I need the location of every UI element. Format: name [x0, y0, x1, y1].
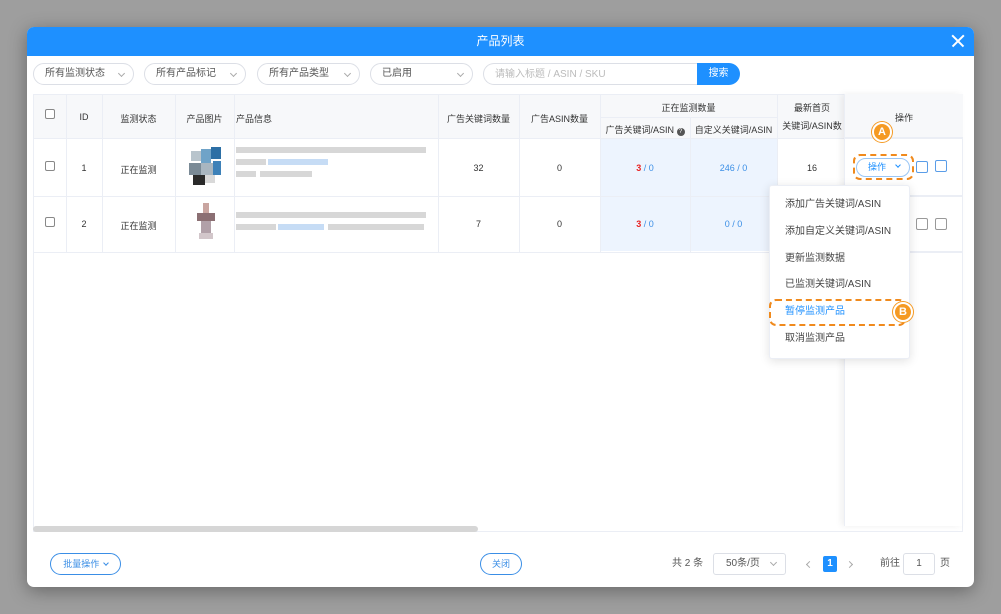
- chevron-down-icon: [102, 560, 109, 566]
- monitor-status-select[interactable]: 所有监测状态: [33, 63, 134, 85]
- prev-page-icon[interactable]: [805, 560, 814, 569]
- menu-item-add-custom-keyword[interactable]: 添加自定义关键词/ASIN: [770, 219, 909, 245]
- badge-b: B: [893, 302, 913, 322]
- dialog-title: 产品列表: [476, 34, 525, 48]
- product-info-blurred: [236, 212, 426, 218]
- total-count: 共 2 条: [672, 558, 704, 569]
- enabled-value: 已启用: [382, 68, 412, 79]
- row-monitoring-ad[interactable]: 3 / 0: [600, 219, 690, 229]
- row-id: 1: [81, 163, 87, 173]
- row-status: 正在监测: [120, 221, 157, 231]
- header-id: ID: [79, 112, 89, 122]
- product-info-blurred: [236, 147, 426, 153]
- close-icon[interactable]: [948, 31, 968, 51]
- row-ad-kw: 7: [475, 219, 481, 229]
- menu-item-monitored-keywords[interactable]: 已监测关键词/ASIN: [770, 272, 909, 298]
- row-monitoring-custom[interactable]: 0 / 0: [690, 219, 777, 229]
- header-ad-asin-count: 广告ASIN数量: [530, 114, 588, 124]
- menu-item-add-ad-keyword[interactable]: 添加广告关键词/ASIN: [770, 192, 909, 218]
- row-ad-asin: 0: [556, 163, 562, 173]
- search-group: 搜索: [483, 63, 740, 85]
- action-dropdown-menu: 添加广告关键词/ASIN 添加自定义关键词/ASIN 更新监测数据 已监测关键词…: [769, 185, 910, 359]
- highlight-a: [853, 154, 914, 180]
- row-checkbox[interactable]: [45, 217, 55, 227]
- help-icon: ?: [676, 128, 685, 136]
- footer-bar: 批量操作 关闭 共 2 条 50条/页 1 前往 1 页: [27, 553, 974, 577]
- dialog-titlebar: 产品列表: [27, 27, 974, 56]
- chevron-down-icon: [343, 69, 352, 78]
- row-ad-asin: 0: [556, 219, 562, 229]
- menu-item-update-data[interactable]: 更新监测数据: [770, 246, 909, 272]
- row-ad-kw: 32: [473, 163, 484, 173]
- monitor-status-value: 所有监测状态: [45, 68, 105, 79]
- goto-label: 前往: [880, 558, 900, 569]
- batch-operation-button[interactable]: 批量操作: [50, 553, 121, 575]
- header-info: 产品信息: [236, 114, 273, 124]
- product-tag-value: 所有产品标记: [156, 68, 216, 79]
- chart-icon[interactable]: [916, 161, 928, 173]
- chevron-down-icon: [229, 69, 238, 78]
- header-first-page: 最新首页: [793, 103, 830, 113]
- select-all-checkbox[interactable]: [45, 109, 55, 119]
- header-monitoring-ad: 广告关键词/ASIN ?: [600, 123, 690, 136]
- row-checkbox[interactable]: [45, 161, 55, 171]
- highlight-b: [769, 299, 906, 326]
- row-first-page: 16: [806, 163, 817, 173]
- product-tag-select[interactable]: 所有产品标记: [144, 63, 246, 85]
- header-actions: 操作: [894, 113, 913, 123]
- goto-page-input[interactable]: 1: [903, 553, 935, 575]
- header-monitoring: 正在监测数量: [661, 103, 716, 113]
- header-first-page-sub: 关键词/ASIN数: [782, 121, 842, 131]
- product-list-dialog: 产品列表 所有监测状态 所有产品标记 所有产品类型 已启用 搜索: [27, 27, 974, 587]
- enabled-select[interactable]: 已启用: [370, 63, 473, 85]
- header-ad-kw-count: 广告关键词数量: [446, 114, 510, 124]
- header-monitoring-custom: 自定义关键词/ASIN: [694, 125, 773, 135]
- product-type-select[interactable]: 所有产品类型: [257, 63, 360, 85]
- page-unit-label: 页: [940, 558, 950, 569]
- header-image: 产品图片: [186, 114, 223, 124]
- next-page-icon[interactable]: [845, 560, 854, 569]
- batch-label: 批量操作: [63, 559, 100, 569]
- chevron-down-icon: [117, 69, 126, 78]
- filter-bar: 所有监测状态 所有产品标记 所有产品类型 已启用 搜索: [27, 63, 974, 87]
- chart-icon[interactable]: [916, 218, 928, 230]
- row-id: 2: [81, 219, 87, 229]
- row-status: 正在监测: [120, 165, 157, 175]
- badge-a: A: [872, 122, 892, 142]
- current-page[interactable]: 1: [823, 556, 837, 572]
- star-icon[interactable]: [935, 218, 947, 230]
- menu-item-cancel-monitoring[interactable]: 取消监测产品: [770, 326, 909, 352]
- page-size-select[interactable]: 50条/页: [713, 553, 786, 575]
- horizontal-scrollbar[interactable]: [33, 526, 478, 532]
- chevron-down-icon: [769, 558, 778, 567]
- product-thumbnail: [187, 147, 223, 187]
- star-icon[interactable]: [935, 160, 947, 172]
- monitoring-highlight: [600, 139, 777, 251]
- search-input[interactable]: [483, 63, 699, 85]
- close-button[interactable]: 关闭: [480, 553, 522, 575]
- row-monitoring-ad[interactable]: 3 / 0: [600, 163, 690, 173]
- page-size-value: 50条/页: [726, 558, 760, 569]
- product-thumbnail: [191, 203, 227, 243]
- header-status: 监测状态: [120, 114, 157, 124]
- search-button[interactable]: 搜索: [697, 63, 740, 85]
- row-monitoring-custom[interactable]: 246 / 0: [690, 163, 777, 173]
- product-type-value: 所有产品类型: [269, 68, 329, 79]
- chevron-down-icon: [456, 69, 465, 78]
